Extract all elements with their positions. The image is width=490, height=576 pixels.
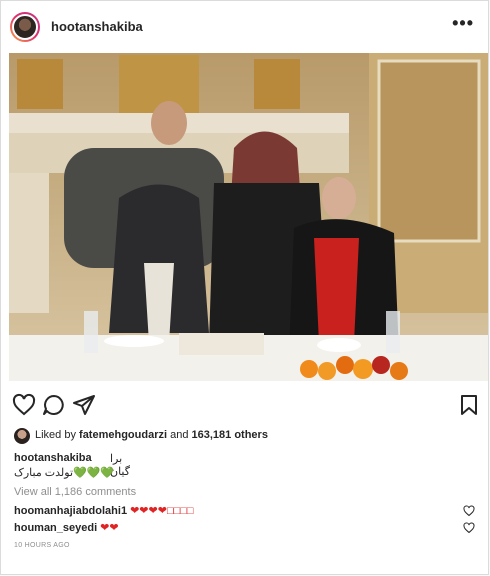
liker-avatar[interactable] (14, 428, 30, 444)
comment-username[interactable]: houman_seyedi (14, 522, 97, 534)
comment-text: ❤❤ (100, 522, 119, 534)
photo-illustration (9, 53, 488, 381)
comment-row: hoomanhajiabdolahi1 ❤❤❤❤□□□□ (14, 504, 194, 517)
instagram-post: hootanshakiba ••• Liked by fatemehgoudar… (0, 0, 489, 575)
post-timestamp[interactable]: 10 HOURS AGO (14, 542, 70, 549)
caption-line-2: تولدت مبارک💚💚💚 (14, 466, 114, 479)
likes-middle: and (167, 429, 192, 441)
post-actions (1, 389, 488, 421)
green-hearts: 💚💚💚 (73, 467, 115, 479)
post-photo[interactable] (9, 53, 488, 381)
comment-like-icon[interactable] (463, 505, 475, 517)
heart-outline-icon[interactable] (12, 393, 36, 417)
comment-row: houman_seyedi ❤❤ (14, 521, 119, 534)
comment-like-icon[interactable] (463, 522, 475, 534)
comment-text: ❤❤❤❤□□□□ (130, 505, 194, 517)
comment-username[interactable]: hoomanhajiabdolahi1 (14, 505, 127, 517)
likes-count[interactable]: 163,181 others (192, 429, 268, 441)
bookmark-icon[interactable] (457, 393, 481, 417)
caption-line-2-text: تولدت مبارک (14, 467, 74, 479)
view-all-comments-link[interactable]: View all 1,186 comments (14, 486, 136, 498)
comment-icon[interactable] (42, 393, 66, 417)
avatar[interactable] (12, 14, 38, 40)
liker-username[interactable]: fatemehgoudarzi (79, 429, 167, 441)
post-username[interactable]: hootanshakiba (51, 19, 143, 34)
paper-plane-icon[interactable] (72, 393, 96, 417)
post-header: hootanshakiba ••• (1, 1, 488, 53)
caption-username[interactable]: hootanshakiba (14, 452, 92, 464)
more-options-icon[interactable]: ••• (452, 13, 474, 34)
likes-prefix: Liked by (35, 429, 80, 441)
likes-text: Liked by fatemehgoudarzi and 163,181 oth… (35, 429, 268, 441)
story-ring[interactable] (10, 12, 40, 42)
